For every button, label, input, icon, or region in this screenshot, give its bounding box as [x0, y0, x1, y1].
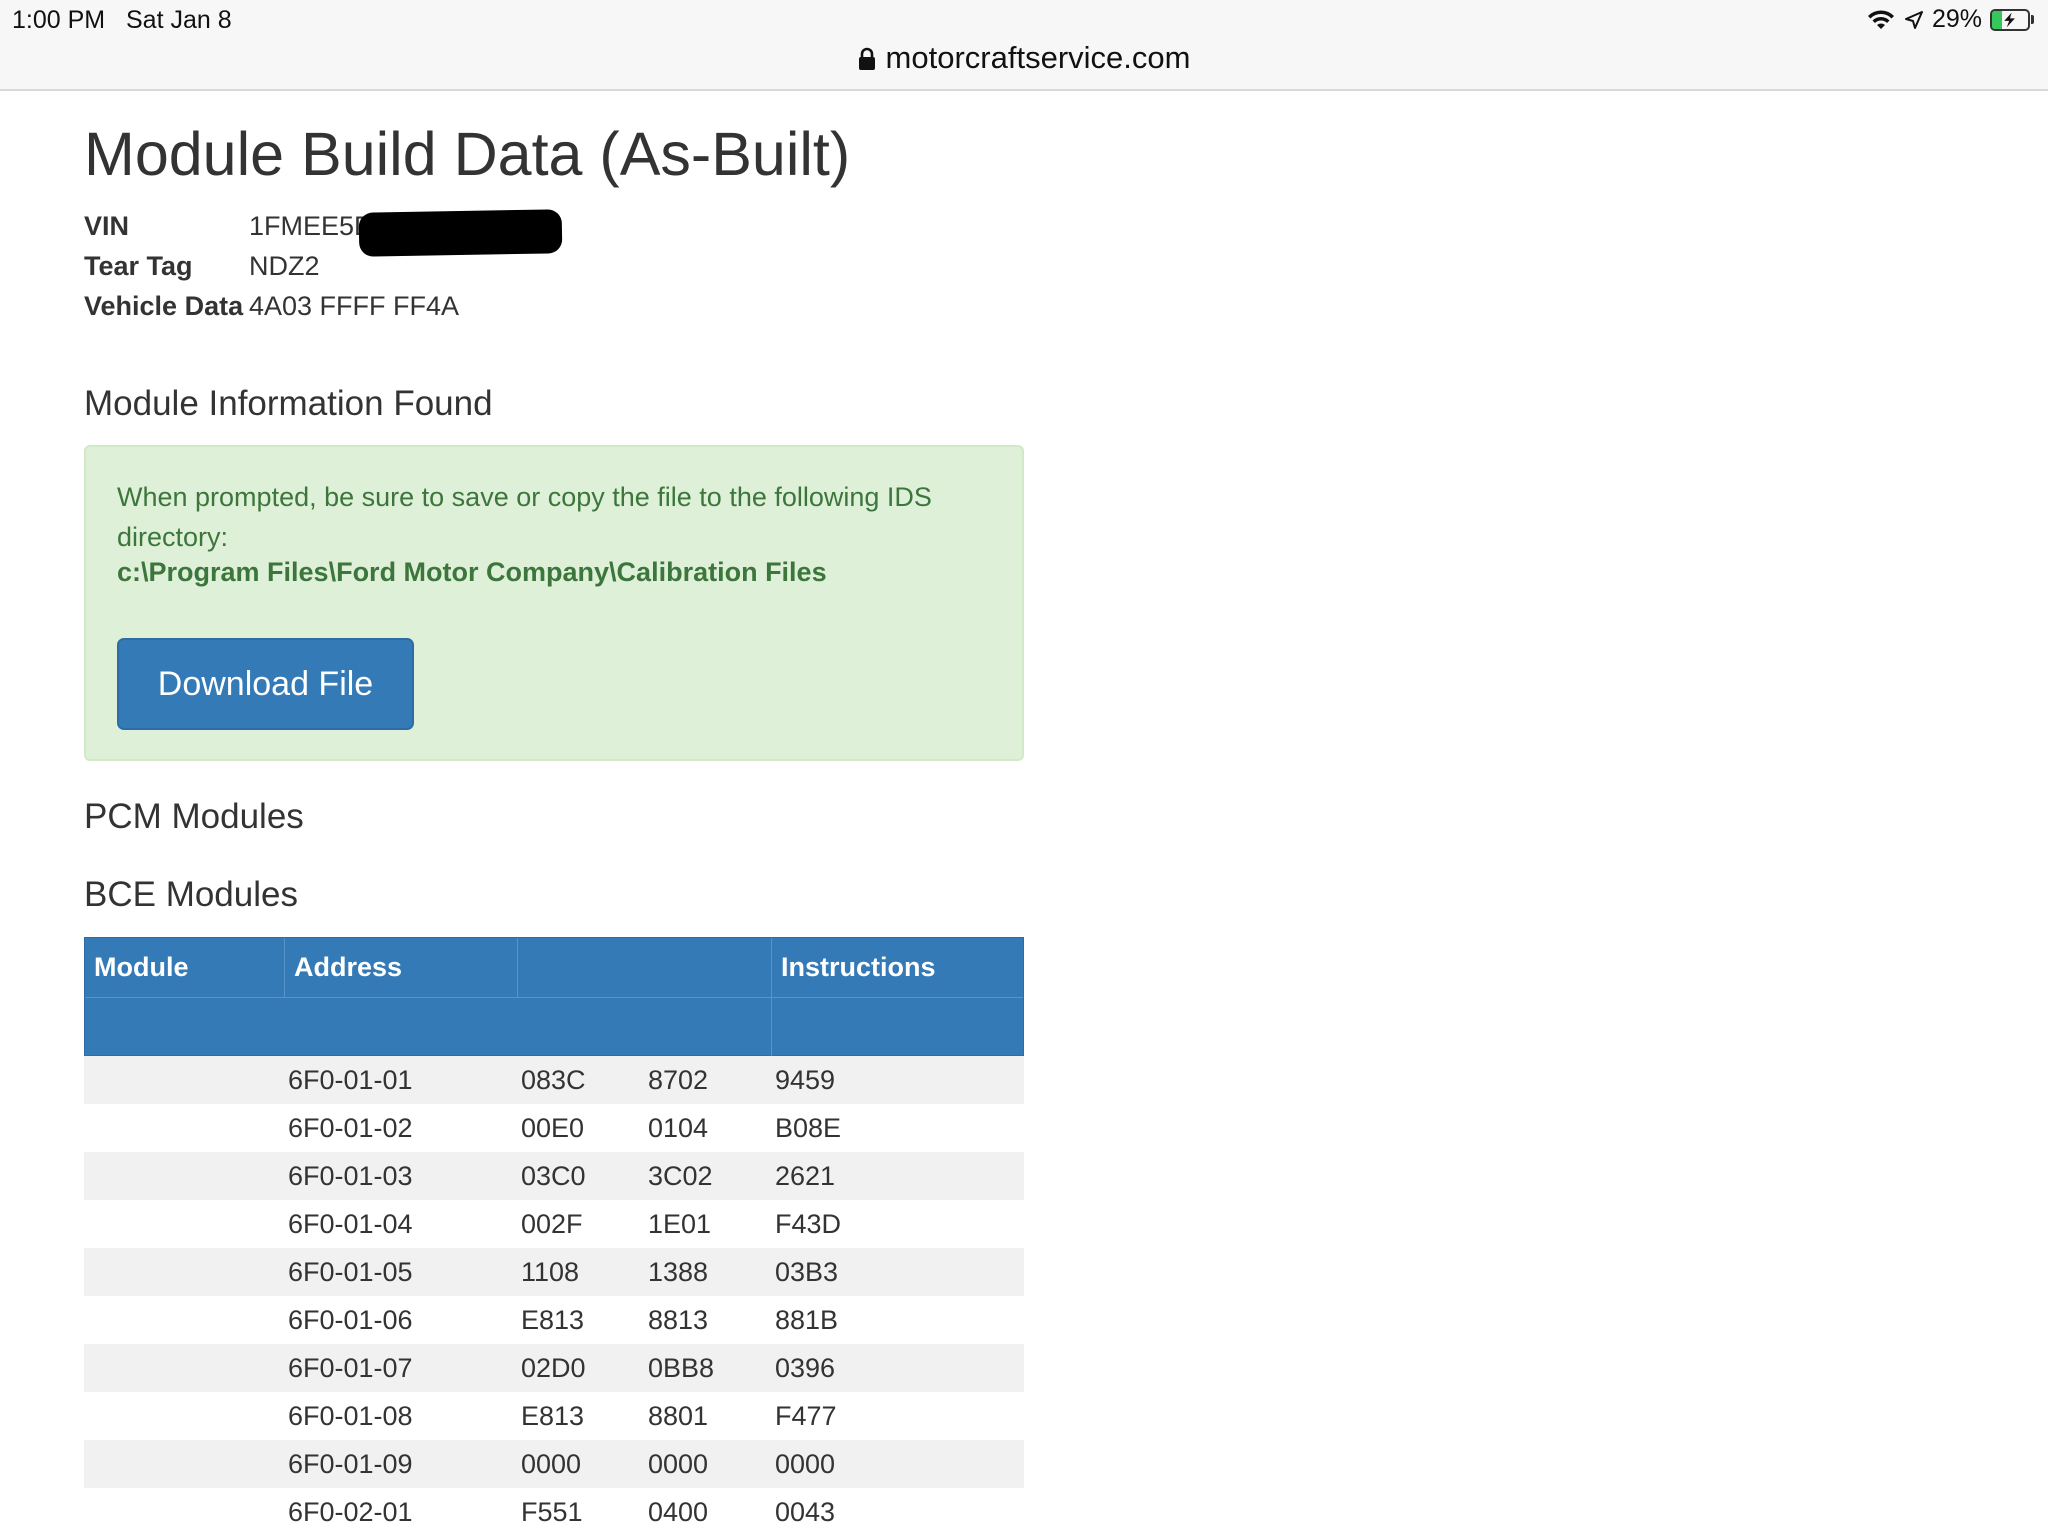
cell-value-2: 8813 [648, 1305, 709, 1335]
cell-value-3: 0396 [775, 1353, 836, 1383]
vin-label: VIN [84, 211, 130, 241]
success-alert: When prompted, be sure to save or copy t… [84, 445, 1024, 761]
cell-address: 6F0-01-08 [288, 1401, 413, 1431]
cell-value-1: E813 [521, 1305, 585, 1335]
cell-value-3: 881B [775, 1305, 839, 1335]
table-row: 6F0-01-04 002F 1E01 F43D [84, 1200, 1024, 1248]
download-file-button[interactable]: Download File [117, 638, 414, 730]
header-address: Address [294, 952, 403, 982]
module-info-heading: Module Information Found [84, 384, 493, 423]
cell-value-2: 0400 [648, 1497, 709, 1527]
cell-address: 6F0-01-07 [288, 1353, 413, 1383]
cell-value-3: F477 [775, 1401, 837, 1431]
cell-address: 6F0-01-02 [288, 1113, 413, 1143]
alert-path: c:\Program Files\Ford Motor Company\Cali… [117, 557, 827, 587]
battery-percent: 29% [1931, 5, 1982, 33]
cell-value-2: 1388 [648, 1257, 709, 1287]
address-bar[interactable]: motorcraftservice.com [0, 40, 2048, 76]
status-bar: 1:00 PM Sat Jan 8 29% motorcraftservice.… [0, 0, 2048, 91]
cell-value-3: 03B3 [775, 1257, 839, 1287]
cell-value-2: 1E01 [648, 1209, 712, 1239]
table-row: 6F0-01-03 03C0 3C02 2621 [84, 1152, 1024, 1200]
tear-tag-label: Tear Tag [84, 251, 193, 281]
status-date: Sat Jan 8 [126, 6, 232, 34]
cell-value-2: 3C02 [648, 1161, 713, 1191]
cell-value-3: F43D [775, 1209, 842, 1239]
redaction-mark [358, 209, 563, 257]
table-row: 6F0-01-06 E813 8813 881B [84, 1296, 1024, 1344]
cell-value-3: B08E [775, 1113, 842, 1143]
cell-address: 6F0-02-01 [288, 1497, 413, 1527]
table-row: 6F0-01-08 E813 8801 F477 [84, 1392, 1024, 1440]
vehicle-data-label: Vehicle Data [84, 291, 244, 321]
alert-message: When prompted, be sure to save or copy t… [117, 482, 932, 552]
cell-value-3: 9459 [775, 1065, 836, 1095]
cell-value-1: E813 [521, 1401, 585, 1431]
cell-address: 6F0-01-03 [288, 1161, 413, 1191]
tear-tag-value: NDZ2 [249, 251, 320, 281]
table-row: 6F0-01-01 083C 8702 9459 [84, 1056, 1024, 1104]
cell-value-1: 00E0 [521, 1113, 585, 1143]
page-title: Module Build Data (As-Built) [84, 120, 851, 188]
cell-address: 6F0-01-06 [288, 1305, 413, 1335]
cell-address: 6F0-01-09 [288, 1449, 413, 1479]
cell-value-1: 03C0 [521, 1161, 586, 1191]
status-indicators: 29% [1866, 5, 2034, 34]
cell-value-3: 0043 [775, 1497, 836, 1527]
header-module: Module [94, 952, 189, 982]
vin-value: 1FMEE5D [249, 211, 374, 241]
cell-address: 6F0-01-05 [288, 1257, 413, 1287]
cell-value-1: 083C [521, 1065, 586, 1095]
cell-value-1: 02D0 [521, 1353, 586, 1383]
pcm-modules-heading: PCM Modules [84, 797, 304, 836]
header-instructions: Instructions [781, 952, 936, 982]
cell-value-2: 0104 [648, 1113, 709, 1143]
vehicle-data-value: 4A03 FFFF FF4A [249, 291, 460, 321]
table-row: 6F0-01-02 00E0 0104 B08E [84, 1104, 1024, 1152]
table-header: Module Address Instructions [84, 937, 1024, 1056]
bce-modules-heading: BCE Modules [84, 875, 298, 914]
cell-value-3: 0000 [775, 1449, 836, 1479]
table-row: 6F0-02-01 F551 0400 0043 [84, 1488, 1024, 1536]
location-arrow-icon [1904, 10, 1923, 29]
battery-icon [1990, 8, 2034, 31]
table-row: 6F0-01-07 02D0 0BB8 0396 [84, 1344, 1024, 1392]
cell-value-1: 1108 [521, 1257, 580, 1287]
cell-value-3: 2621 [775, 1161, 836, 1191]
cell-value-1: 002F [521, 1209, 583, 1239]
lock-icon [858, 47, 875, 70]
cell-value-2: 0000 [648, 1449, 709, 1479]
table-row: 6F0-01-09 0000 0000 0000 [84, 1440, 1024, 1488]
table-body: 6F0-01-01 083C 8702 9459 6F0-01-02 00E0 0104 B0… [84, 1056, 1024, 1536]
cell-value-1: 0000 [521, 1449, 582, 1479]
table-row: 6F0-01-05 1108 1388 03B3 [84, 1248, 1024, 1296]
status-time: 1:00 PM [12, 6, 106, 34]
cell-value-2: 8702 [648, 1065, 709, 1095]
cell-value-2: 0BB8 [648, 1353, 715, 1383]
cell-address: 6F0-01-01 [288, 1065, 413, 1095]
url-text: motorcraftservice.com [885, 40, 1191, 75]
cell-value-2: 8801 [648, 1401, 709, 1431]
wifi-icon [1867, 9, 1894, 29]
cell-value-1: F551 [521, 1497, 583, 1527]
cell-address: 6F0-01-04 [288, 1209, 413, 1239]
bce-modules-table: Module Address Instructions 6F0-01-01 083… [84, 937, 1024, 1536]
